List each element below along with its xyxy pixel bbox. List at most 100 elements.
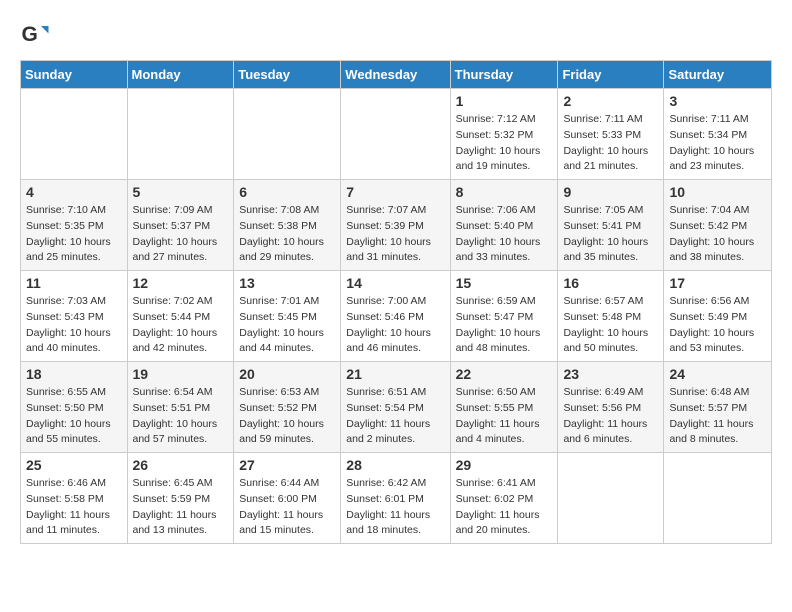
day-info: Sunrise: 7:02 AMSunset: 5:44 PMDaylight:… (133, 294, 229, 357)
calendar-cell (127, 89, 234, 180)
day-number: 12 (133, 275, 229, 291)
day-info: Sunrise: 6:46 AMSunset: 5:58 PMDaylight:… (26, 476, 122, 539)
day-info: Sunrise: 7:04 AMSunset: 5:42 PMDaylight:… (669, 203, 766, 266)
day-info: Sunrise: 7:07 AMSunset: 5:39 PMDaylight:… (346, 203, 444, 266)
calendar-cell: 21Sunrise: 6:51 AMSunset: 5:54 PMDayligh… (341, 362, 450, 453)
day-info: Sunrise: 6:48 AMSunset: 5:57 PMDaylight:… (669, 385, 766, 448)
day-number: 1 (456, 93, 553, 109)
day-info: Sunrise: 6:41 AMSunset: 6:02 PMDaylight:… (456, 476, 553, 539)
calendar-week-row: 11 Sunrise: 7:03 AMSunset: 5:43 PMDayligh… (21, 271, 772, 362)
day-info: Sunrise: 6:49 AMSunset: 5:56 PMDaylight:… (563, 385, 658, 448)
calendar-cell: 5 Sunrise: 7:09 AMSunset: 5:37 PMDaylight… (127, 180, 234, 271)
header-tuesday: Tuesday (234, 61, 341, 89)
calendar-week-row: 18 Sunrise: 6:55 AMSunset: 5:50 PMDayligh… (21, 362, 772, 453)
day-info: Sunrise: 7:11 AMSunset: 5:34 PMDaylight:… (669, 112, 766, 175)
header-thursday: Thursday (450, 61, 558, 89)
calendar-week-row: 4 Sunrise: 7:10 AMSunset: 5:35 PMDaylight… (21, 180, 772, 271)
day-number: 7 (346, 184, 444, 200)
calendar-cell: 26Sunrise: 6:45 AMSunset: 5:59 PMDayligh… (127, 453, 234, 544)
day-number: 15 (456, 275, 553, 291)
calendar-cell: 7 Sunrise: 7:07 AMSunset: 5:39 PMDaylight… (341, 180, 450, 271)
header-saturday: Saturday (664, 61, 772, 89)
day-number: 2 (563, 93, 658, 109)
calendar-cell: 23 Sunrise: 6:49 AMSunset: 5:56 PMDayligh… (558, 362, 664, 453)
day-number: 18 (26, 366, 122, 382)
day-info: Sunrise: 7:05 AMSunset: 5:41 PMDaylight:… (563, 203, 658, 266)
day-info: Sunrise: 7:12 AMSunset: 5:32 PMDaylight:… (456, 112, 553, 175)
logo-icon: G (20, 20, 50, 50)
day-number: 11 (26, 275, 122, 291)
calendar-cell: 1 Sunrise: 7:12 AMSunset: 5:32 PMDaylight… (450, 89, 558, 180)
calendar-cell: 20 Sunrise: 6:53 AMSunset: 5:52 PMDayligh… (234, 362, 341, 453)
day-number: 14 (346, 275, 444, 291)
calendar-cell: 17 Sunrise: 6:56 AMSunset: 5:49 PMDayligh… (664, 271, 772, 362)
calendar-cell: 8Sunrise: 7:06 AMSunset: 5:40 PMDaylight… (450, 180, 558, 271)
day-info: Sunrise: 6:54 AMSunset: 5:51 PMDaylight:… (133, 385, 229, 448)
day-number: 25 (26, 457, 122, 473)
day-number: 22 (456, 366, 553, 382)
calendar-cell: 29 Sunrise: 6:41 AMSunset: 6:02 PMDayligh… (450, 453, 558, 544)
calendar-week-row: 25 Sunrise: 6:46 AMSunset: 5:58 PMDayligh… (21, 453, 772, 544)
day-number: 4 (26, 184, 122, 200)
day-number: 16 (563, 275, 658, 291)
calendar-cell: 4 Sunrise: 7:10 AMSunset: 5:35 PMDaylight… (21, 180, 128, 271)
day-number: 3 (669, 93, 766, 109)
calendar-cell: 19 Sunrise: 6:54 AMSunset: 5:51 PMDayligh… (127, 362, 234, 453)
calendar-table: SundayMondayTuesdayWednesdayThursdayFrid… (20, 60, 772, 544)
day-number: 17 (669, 275, 766, 291)
day-number: 9 (563, 184, 658, 200)
header-friday: Friday (558, 61, 664, 89)
calendar-cell: 3 Sunrise: 7:11 AMSunset: 5:34 PMDaylight… (664, 89, 772, 180)
calendar-cell: 11 Sunrise: 7:03 AMSunset: 5:43 PMDayligh… (21, 271, 128, 362)
day-info: Sunrise: 6:55 AMSunset: 5:50 PMDaylight:… (26, 385, 122, 448)
day-number: 28 (346, 457, 444, 473)
day-info: Sunrise: 7:11 AMSunset: 5:33 PMDaylight:… (563, 112, 658, 175)
day-info: Sunrise: 7:03 AMSunset: 5:43 PMDaylight:… (26, 294, 122, 357)
day-info: Sunrise: 7:08 AMSunset: 5:38 PMDaylight:… (239, 203, 335, 266)
calendar-cell (664, 453, 772, 544)
day-number: 5 (133, 184, 229, 200)
calendar-cell: 18 Sunrise: 6:55 AMSunset: 5:50 PMDayligh… (21, 362, 128, 453)
calendar-cell: 22 Sunrise: 6:50 AMSunset: 5:55 PMDayligh… (450, 362, 558, 453)
calendar-cell (558, 453, 664, 544)
calendar-cell: 14Sunrise: 7:00 AMSunset: 5:46 PMDayligh… (341, 271, 450, 362)
calendar-cell: 6 Sunrise: 7:08 AMSunset: 5:38 PMDaylight… (234, 180, 341, 271)
day-number: 23 (563, 366, 658, 382)
calendar-cell: 25 Sunrise: 6:46 AMSunset: 5:58 PMDayligh… (21, 453, 128, 544)
day-number: 19 (133, 366, 229, 382)
day-info: Sunrise: 6:56 AMSunset: 5:49 PMDaylight:… (669, 294, 766, 357)
calendar-cell: 12 Sunrise: 7:02 AMSunset: 5:44 PMDayligh… (127, 271, 234, 362)
header-monday: Monday (127, 61, 234, 89)
day-info: Sunrise: 6:50 AMSunset: 5:55 PMDaylight:… (456, 385, 553, 448)
calendar-cell: 15 Sunrise: 6:59 AMSunset: 5:47 PMDayligh… (450, 271, 558, 362)
calendar-cell (341, 89, 450, 180)
day-info: Sunrise: 6:53 AMSunset: 5:52 PMDaylight:… (239, 385, 335, 448)
calendar-cell: 10 Sunrise: 7:04 AMSunset: 5:42 PMDayligh… (664, 180, 772, 271)
calendar-cell: 24Sunrise: 6:48 AMSunset: 5:57 PMDayligh… (664, 362, 772, 453)
day-info: Sunrise: 6:45 AMSunset: 5:59 PMDaylight:… (133, 476, 229, 539)
day-info: Sunrise: 6:59 AMSunset: 5:47 PMDaylight:… (456, 294, 553, 357)
day-info: Sunrise: 6:57 AMSunset: 5:48 PMDaylight:… (563, 294, 658, 357)
header-sunday: Sunday (21, 61, 128, 89)
day-number: 6 (239, 184, 335, 200)
day-info: Sunrise: 6:44 AMSunset: 6:00 PMDaylight:… (239, 476, 335, 539)
calendar-week-row: 1 Sunrise: 7:12 AMSunset: 5:32 PMDaylight… (21, 89, 772, 180)
day-number: 29 (456, 457, 553, 473)
svg-text:G: G (22, 23, 38, 46)
day-info: Sunrise: 7:01 AMSunset: 5:45 PMDaylight:… (239, 294, 335, 357)
calendar-cell: 13Sunrise: 7:01 AMSunset: 5:45 PMDayligh… (234, 271, 341, 362)
day-number: 21 (346, 366, 444, 382)
calendar-cell: 2 Sunrise: 7:11 AMSunset: 5:33 PMDaylight… (558, 89, 664, 180)
day-number: 8 (456, 184, 553, 200)
day-number: 10 (669, 184, 766, 200)
header-wednesday: Wednesday (341, 61, 450, 89)
day-info: Sunrise: 6:42 AMSunset: 6:01 PMDaylight:… (346, 476, 444, 539)
logo: G (20, 20, 54, 50)
day-number: 20 (239, 366, 335, 382)
calendar-header-row: SundayMondayTuesdayWednesdayThursdayFrid… (21, 61, 772, 89)
calendar-cell: 27Sunrise: 6:44 AMSunset: 6:00 PMDayligh… (234, 453, 341, 544)
calendar-cell: 16 Sunrise: 6:57 AMSunset: 5:48 PMDayligh… (558, 271, 664, 362)
day-info: Sunrise: 7:09 AMSunset: 5:37 PMDaylight:… (133, 203, 229, 266)
day-info: Sunrise: 7:10 AMSunset: 5:35 PMDaylight:… (26, 203, 122, 266)
calendar-cell (21, 89, 128, 180)
